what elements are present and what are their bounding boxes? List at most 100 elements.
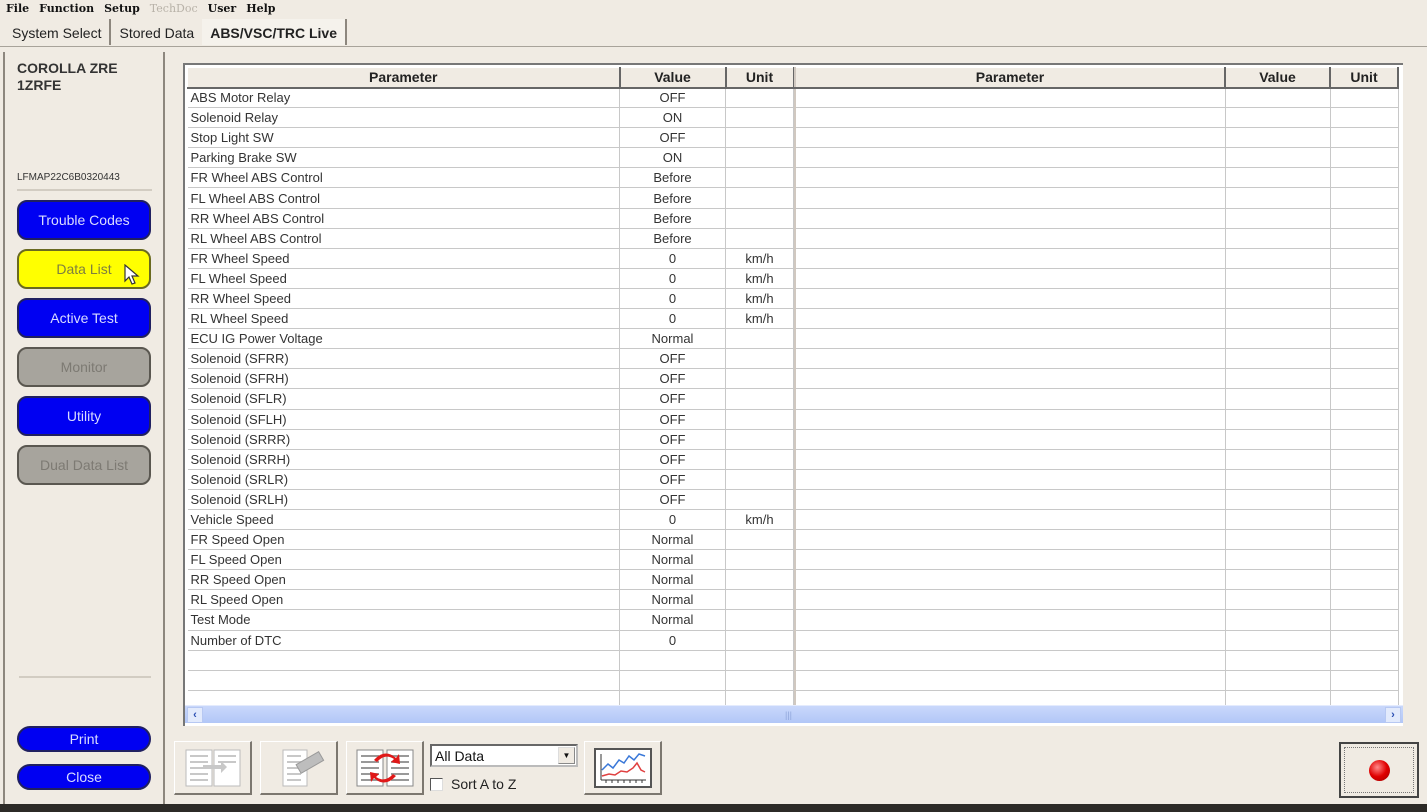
column-header-value[interactable]: Value [619, 67, 727, 89]
menu-user[interactable]: User [208, 2, 237, 15]
table-row-empty[interactable] [795, 268, 1399, 289]
table-row-empty[interactable] [795, 288, 1399, 310]
table-row[interactable] [187, 650, 794, 671]
table-row[interactable]: Solenoid (SFLR) OFF [187, 388, 794, 410]
column-header-value[interactable]: Value [1224, 67, 1331, 89]
table-row-empty[interactable] [795, 630, 1399, 651]
horizontal-scrollbar[interactable]: ‹ ||| › [185, 705, 1403, 723]
table-row-empty[interactable] [795, 348, 1399, 370]
tab-system-select[interactable]: System Select [4, 19, 112, 45]
table-row[interactable]: FR Wheel Speed 0 km/h [187, 248, 794, 269]
tab-stored-data[interactable]: Stored Data [111, 19, 202, 45]
table-row-empty[interactable] [795, 248, 1399, 269]
column-header-parameter[interactable]: Parameter [794, 67, 1226, 89]
table-row[interactable]: ABS Motor Relay OFF [187, 87, 794, 109]
parameter-cell [795, 368, 1226, 390]
table-row-empty[interactable] [795, 127, 1399, 149]
table-row-empty[interactable] [795, 328, 1399, 350]
tab-abs-vsc-trc-live[interactable]: ABS/VSC/TRC Live [202, 19, 348, 45]
table-row-empty[interactable] [795, 670, 1399, 691]
table-row[interactable]: Solenoid (SRLR) OFF [187, 469, 794, 490]
table-row[interactable]: FR Speed Open Normal [187, 529, 794, 551]
table-row[interactable]: RL Wheel Speed 0 km/h [187, 308, 794, 330]
table-row[interactable]: RR Wheel Speed 0 km/h [187, 288, 794, 310]
table-row[interactable]: FL Wheel ABS Control Before [187, 187, 794, 209]
menu-help[interactable]: Help [246, 2, 275, 15]
table-row[interactable]: Number of DTC 0 [187, 630, 794, 651]
utility-button[interactable]: Utility [17, 396, 151, 436]
table-row[interactable]: FL Speed Open Normal [187, 549, 794, 571]
table-row-empty[interactable] [795, 429, 1399, 450]
table-row[interactable]: Solenoid (SRRH) OFF [187, 449, 794, 470]
menu-setup[interactable]: Setup [104, 2, 140, 15]
edit-list-button[interactable] [260, 741, 338, 795]
checkbox-box[interactable] [430, 777, 443, 791]
table-row-empty[interactable] [795, 187, 1399, 209]
sort-a-to-z-checkbox[interactable]: Sort A to Z [430, 776, 516, 792]
chevron-down-icon[interactable]: ▼ [558, 747, 575, 764]
table-row[interactable]: ECU IG Power Voltage Normal [187, 328, 794, 350]
table-row-empty[interactable] [795, 489, 1399, 510]
table-row-empty[interactable] [795, 308, 1399, 330]
split-list-button[interactable] [174, 741, 252, 795]
table-row[interactable]: RR Speed Open Normal [187, 569, 794, 591]
graph-button[interactable] [584, 741, 662, 795]
menu-function[interactable]: Function [39, 2, 94, 15]
table-row-empty[interactable] [795, 509, 1399, 531]
table-row[interactable]: RR Wheel ABS Control Before [187, 208, 794, 229]
trouble-codes-button[interactable]: Trouble Codes [17, 200, 151, 240]
column-header-unit[interactable]: Unit [1329, 67, 1399, 89]
table-row-empty[interactable] [795, 208, 1399, 229]
table-row-empty[interactable] [795, 167, 1399, 189]
record-button[interactable] [1339, 742, 1419, 798]
table-row[interactable]: FL Wheel Speed 0 km/h [187, 268, 794, 289]
table-row-empty[interactable] [795, 589, 1399, 611]
close-button[interactable]: Close [17, 764, 151, 790]
table-row[interactable]: Solenoid (SFRR) OFF [187, 348, 794, 370]
table-row[interactable]: Solenoid (SFRH) OFF [187, 368, 794, 390]
table-row-empty[interactable] [795, 409, 1399, 430]
unit-cell [1330, 449, 1399, 470]
table-row[interactable]: FR Wheel ABS Control Before [187, 167, 794, 189]
parameter-cell: FL Wheel Speed [187, 268, 620, 289]
unit-cell [1330, 549, 1399, 571]
scroll-grip-icon[interactable]: ||| [785, 710, 792, 720]
swap-list-button[interactable] [346, 741, 424, 795]
table-row-empty[interactable] [795, 107, 1399, 129]
scroll-right-icon[interactable]: › [1385, 707, 1401, 723]
parameter-cell [795, 409, 1226, 430]
table-row[interactable] [187, 670, 794, 691]
table-row-empty[interactable] [795, 469, 1399, 490]
data-filter-select[interactable]: All Data ▼ [430, 744, 578, 767]
menu-file[interactable]: File [6, 2, 29, 15]
table-row[interactable]: Solenoid (SRLH) OFF [187, 489, 794, 510]
table-row[interactable]: RL Wheel ABS Control Before [187, 228, 794, 249]
table-row[interactable]: Stop Light SW OFF [187, 127, 794, 149]
value-cell: Normal [619, 569, 726, 591]
scroll-left-icon[interactable]: ‹ [187, 707, 203, 723]
table-row-empty[interactable] [795, 388, 1399, 410]
table-row-empty[interactable] [795, 228, 1399, 249]
table-row-empty[interactable] [795, 650, 1399, 671]
table-row-empty[interactable] [795, 147, 1399, 169]
column-header-unit[interactable]: Unit [725, 67, 795, 89]
table-row-empty[interactable] [795, 549, 1399, 571]
unit-cell [725, 348, 794, 370]
active-test-button[interactable]: Active Test [17, 298, 151, 338]
table-row-empty[interactable] [795, 87, 1399, 109]
table-row-empty[interactable] [795, 529, 1399, 551]
table-row[interactable]: Solenoid (SRRR) OFF [187, 429, 794, 450]
value-cell [1225, 429, 1331, 450]
print-button[interactable]: Print [17, 726, 151, 752]
table-row[interactable]: Vehicle Speed 0 km/h [187, 509, 794, 531]
table-row-empty[interactable] [795, 609, 1399, 631]
column-header-parameter[interactable]: Parameter [187, 67, 621, 89]
table-row-empty[interactable] [795, 449, 1399, 470]
table-row[interactable]: Test Mode Normal [187, 609, 794, 631]
table-row[interactable]: Parking Brake SW ON [187, 147, 794, 169]
table-row[interactable]: Solenoid (SFLH) OFF [187, 409, 794, 430]
table-row-empty[interactable] [795, 569, 1399, 591]
table-row[interactable]: Solenoid Relay ON [187, 107, 794, 129]
table-row-empty[interactable] [795, 368, 1399, 390]
table-row[interactable]: RL Speed Open Normal [187, 589, 794, 611]
